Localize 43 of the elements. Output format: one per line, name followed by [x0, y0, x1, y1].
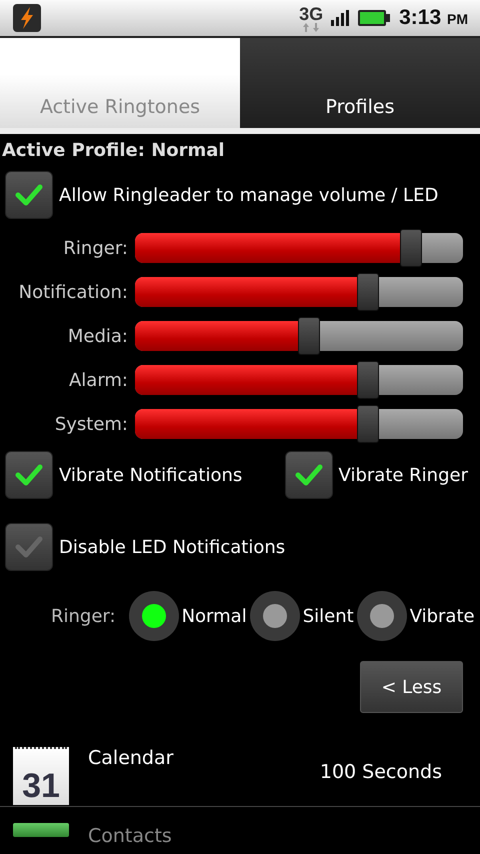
volume-label: System: — [54, 414, 128, 434]
data-arrows-icon — [302, 22, 320, 32]
checkmark-icon — [15, 535, 43, 559]
signal-icon — [331, 10, 350, 26]
volume-label: Ringer: — [62, 238, 128, 258]
slider-thumb[interactable] — [356, 361, 379, 399]
volume-label: Alarm: — [68, 370, 128, 390]
radio-button[interactable] — [128, 591, 179, 641]
lightning-icon — [13, 4, 41, 32]
event-name[interactable]: Calendar — [88, 747, 174, 769]
radio-label: Vibrate — [410, 606, 475, 626]
clock: 3:13 PM — [399, 6, 468, 30]
checkmark-icon — [15, 463, 43, 487]
checkbox[interactable] — [284, 451, 333, 499]
radio-label: Normal — [182, 606, 247, 626]
checkbox[interactable] — [5, 523, 53, 571]
checkmark-icon — [15, 183, 43, 207]
network-type: 3G — [299, 4, 324, 22]
checkbox-label: Allow Ringleader to manage volume / LED — [59, 184, 438, 206]
less-button[interactable]: < Less — [360, 661, 463, 713]
checkbox-label: Vibrate Ringer — [338, 464, 468, 486]
slider-thumb[interactable] — [356, 273, 379, 311]
radio-label: Silent — [302, 606, 354, 626]
slider-thumb[interactable] — [298, 317, 320, 355]
duration: 100 Seconds — [320, 761, 442, 783]
volume-label: Notification: — [18, 282, 128, 302]
checkbox[interactable] — [5, 171, 53, 219]
event-name[interactable]: Contacts — [88, 825, 172, 847]
profile-title: Active Profile: Normal — [1, 139, 226, 163]
tab[interactable]: Profiles — [240, 38, 480, 128]
battery-icon — [357, 9, 392, 27]
contact-icon — [13, 823, 69, 837]
checkmark-icon — [294, 463, 323, 487]
ringer-label: Ringer: — [51, 606, 116, 626]
checkbox[interactable] — [5, 451, 53, 499]
checkbox-label: Vibrate Notifications — [59, 464, 242, 486]
radio-button[interactable] — [250, 591, 300, 641]
slider-thumb[interactable] — [400, 229, 422, 267]
volume-label: Media: — [66, 326, 128, 346]
calendar-icon: 31 — [13, 747, 69, 805]
checkbox-label: Disable LED Notifications — [59, 536, 286, 558]
radio-button[interactable] — [356, 591, 407, 641]
slider-thumb[interactable] — [356, 405, 379, 443]
